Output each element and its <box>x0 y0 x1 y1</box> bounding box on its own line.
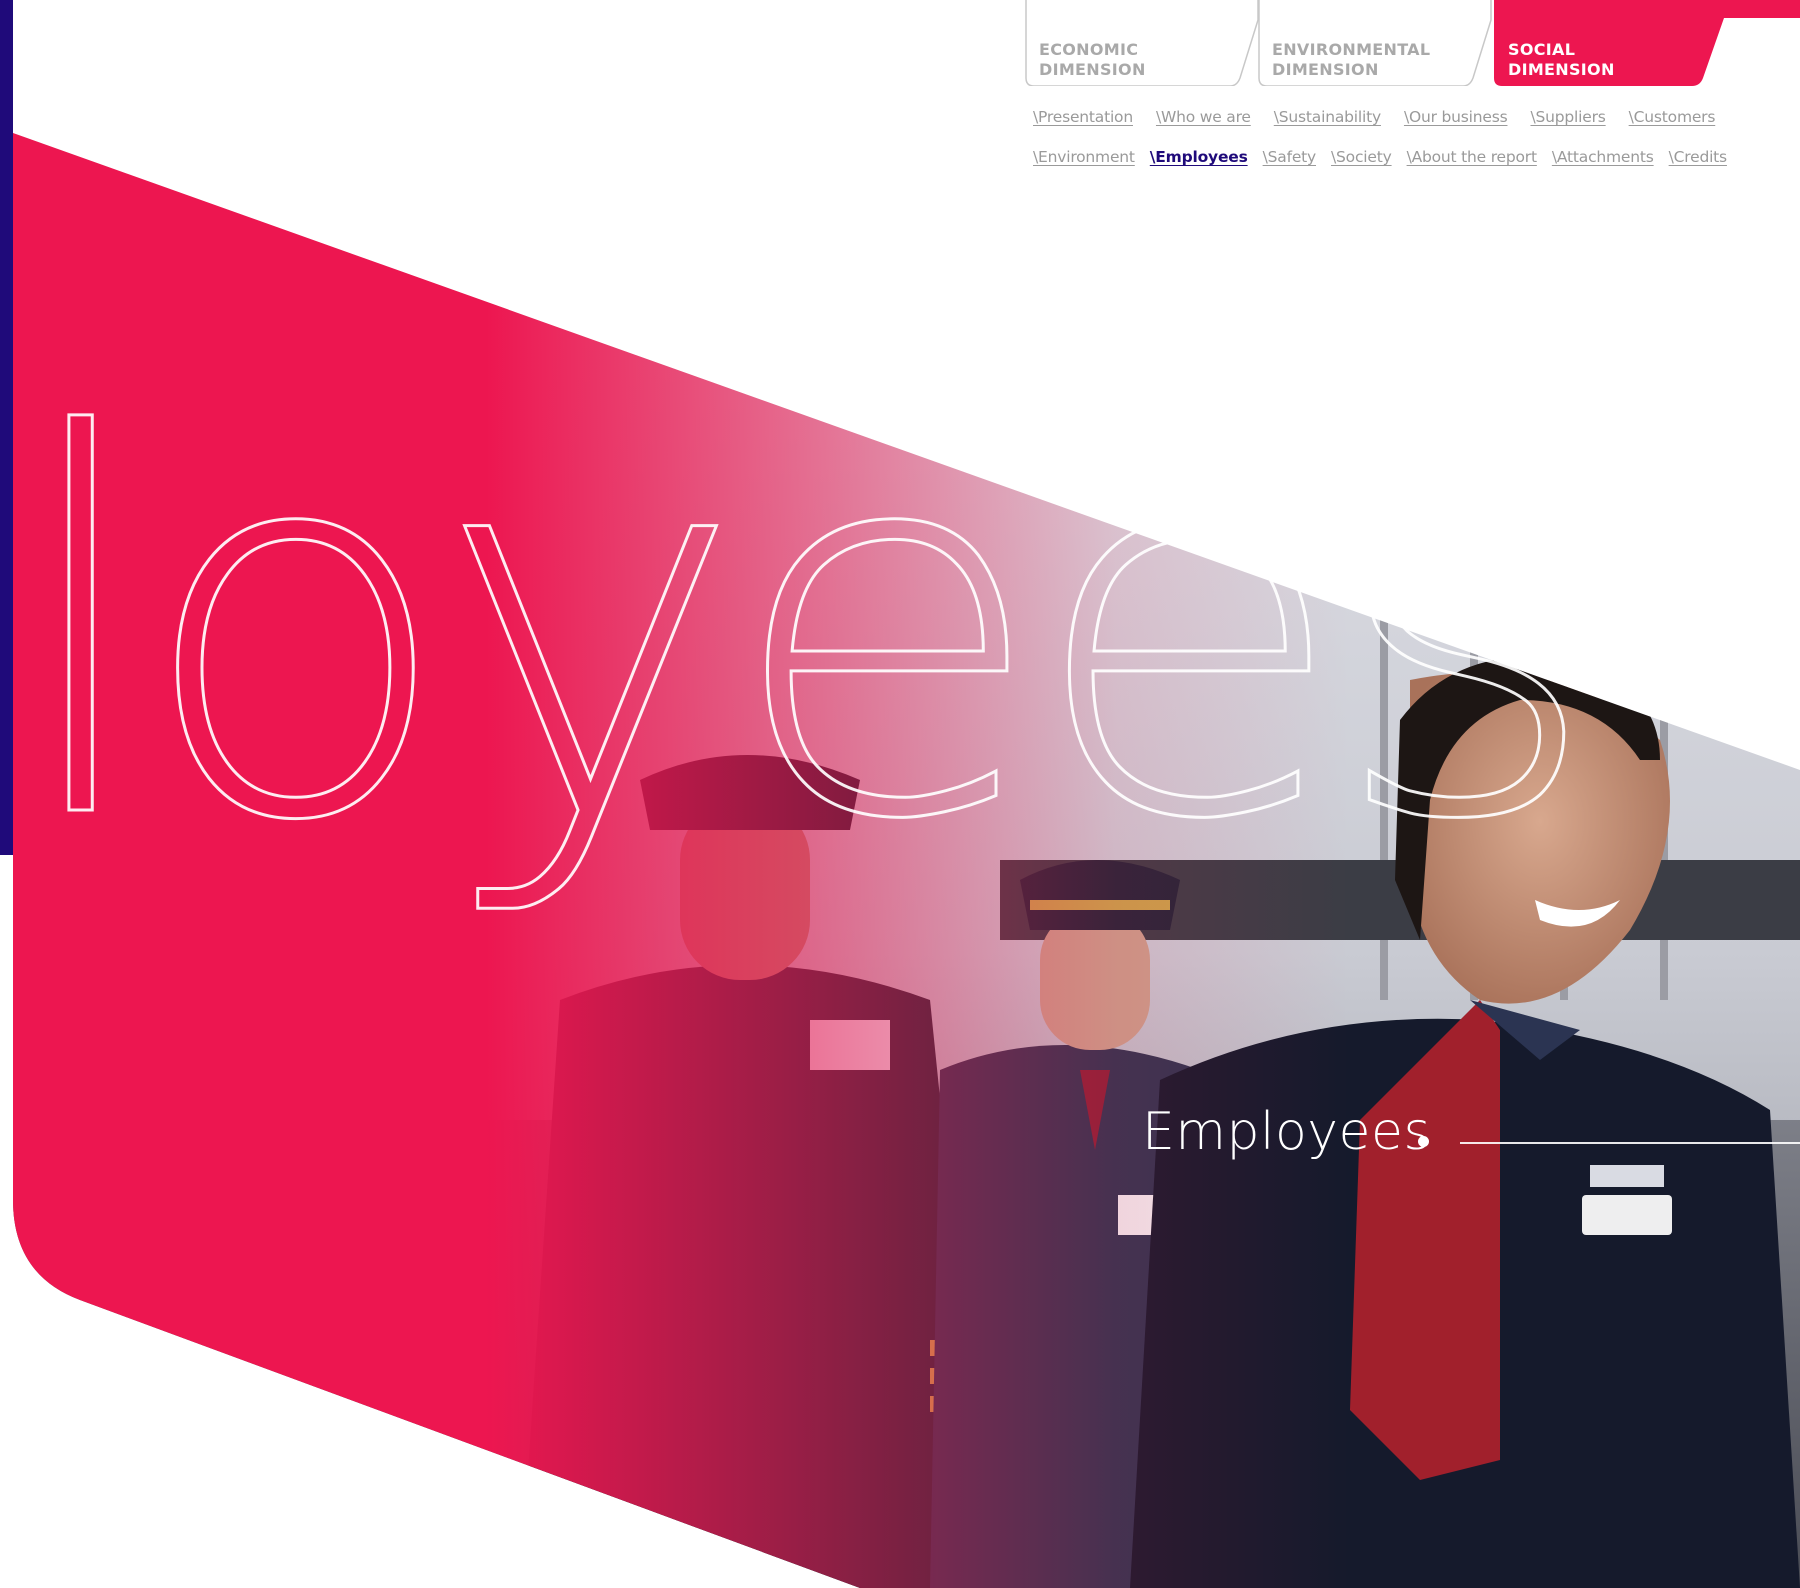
tab-social-dimension[interactable]: SOCIAL DIMENSION <box>1494 0 1800 86</box>
tab-label-line1: ECONOMIC <box>1039 40 1139 59</box>
nav-link-employees[interactable]: \Employees <box>1150 148 1248 166</box>
nav-link-environment[interactable]: \Environment <box>1033 148 1135 166</box>
nav-link-credits[interactable]: \Credits <box>1669 148 1728 166</box>
tab-label-line2: DIMENSION <box>1039 60 1146 79</box>
title-divider-line <box>1460 1142 1800 1144</box>
section-title: Employees <box>1142 1102 1432 1162</box>
tab-label-line2: DIMENSION <box>1508 60 1615 79</box>
nav-link-customers[interactable]: \Customers <box>1629 108 1716 126</box>
section-nav-row-1: \Presentation \Who we are \Sustainabilit… <box>1033 108 1715 126</box>
title-dot <box>1418 1136 1429 1147</box>
nav-link-who-we-are[interactable]: \Who we are <box>1156 108 1251 126</box>
nav-link-society[interactable]: \Society <box>1331 148 1392 166</box>
section-nav-row-2: \Environment \Employees \Safety \Society… <box>1033 148 1727 166</box>
hero-banner <box>13 133 1800 1588</box>
tab-economic-dimension[interactable]: ECONOMIC DIMENSION <box>1025 0 1260 86</box>
nav-link-safety[interactable]: \Safety <box>1263 148 1317 166</box>
nav-link-sustainability[interactable]: \Sustainability <box>1274 108 1381 126</box>
nav-link-about-the-report[interactable]: \About the report <box>1407 148 1537 166</box>
tab-label-line2: DIMENSION <box>1272 60 1379 79</box>
brand-fade-overlay <box>13 133 1800 1588</box>
nav-link-our-business[interactable]: \Our business <box>1404 108 1508 126</box>
tab-label-line1: ENVIRONMENTAL <box>1272 40 1431 59</box>
tab-environmental-dimension[interactable]: ENVIRONMENTAL DIMENSION <box>1258 0 1493 86</box>
tab-label-line1: SOCIAL <box>1508 40 1576 59</box>
nav-link-suppliers[interactable]: \Suppliers <box>1530 108 1605 126</box>
nav-link-presentation[interactable]: \Presentation <box>1033 108 1133 126</box>
nav-link-attachments[interactable]: \Attachments <box>1552 148 1654 166</box>
